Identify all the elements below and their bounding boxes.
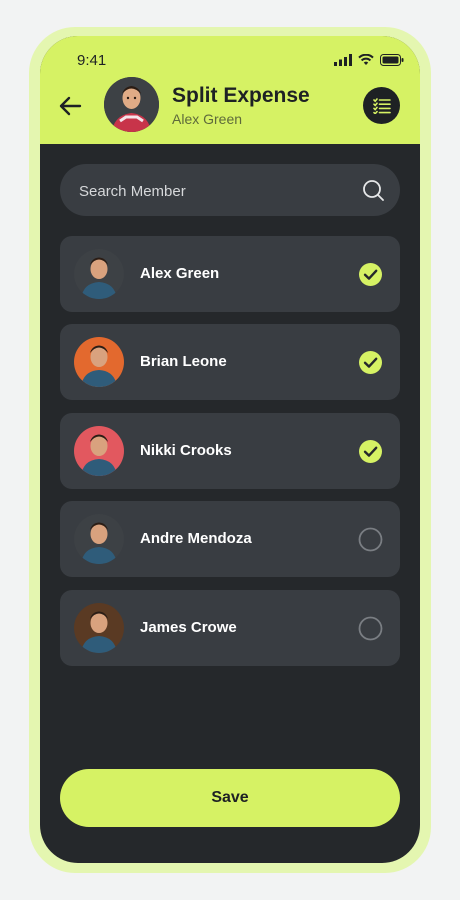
avatar xyxy=(74,337,124,387)
avatar xyxy=(74,249,124,299)
checklist-button[interactable] xyxy=(363,87,400,124)
page-title: Split Expense xyxy=(172,84,310,107)
avatar xyxy=(74,603,124,653)
check-circle-icon[interactable] xyxy=(358,439,383,464)
avatar xyxy=(74,514,124,564)
search-bar[interactable] xyxy=(60,164,400,218)
radio-empty-icon[interactable] xyxy=(358,616,383,641)
member-row[interactable]: Nikki Crooks xyxy=(60,413,400,489)
member-name: Brian Leone xyxy=(140,353,227,370)
save-button[interactable]: Save xyxy=(60,769,400,827)
avatar xyxy=(74,426,124,476)
member-name: Andre Mendoza xyxy=(140,530,252,547)
member-row[interactable]: Andre Mendoza xyxy=(60,501,400,577)
wifi-icon xyxy=(358,54,374,65)
checklist-icon xyxy=(372,97,391,114)
app-screen: 9:41 Split Expense Alex Green Search Mem… xyxy=(40,36,420,863)
search-icon[interactable] xyxy=(362,179,384,201)
member-row[interactable]: Brian Leone xyxy=(60,324,400,400)
search-input[interactable] xyxy=(77,164,351,218)
page-subtitle: Alex Green xyxy=(172,111,243,127)
check-circle-icon[interactable] xyxy=(358,262,383,287)
status-time: 9:41 xyxy=(77,52,107,69)
radio-empty-icon[interactable] xyxy=(358,527,383,552)
member-row[interactable]: Alex Green xyxy=(60,236,400,312)
member-row[interactable]: James Crowe xyxy=(60,590,400,666)
member-name: James Crowe xyxy=(140,619,237,636)
battery-icon xyxy=(380,54,404,66)
arrow-left-icon[interactable] xyxy=(56,92,84,120)
header: 9:41 Split Expense Alex Green xyxy=(40,36,420,144)
member-name: Alex Green xyxy=(140,265,220,282)
signal-icon xyxy=(334,54,352,66)
status-icons xyxy=(334,54,404,66)
member-name: Nikki Crooks xyxy=(140,442,232,459)
avatar xyxy=(104,77,159,132)
check-circle-icon[interactable] xyxy=(358,350,383,375)
